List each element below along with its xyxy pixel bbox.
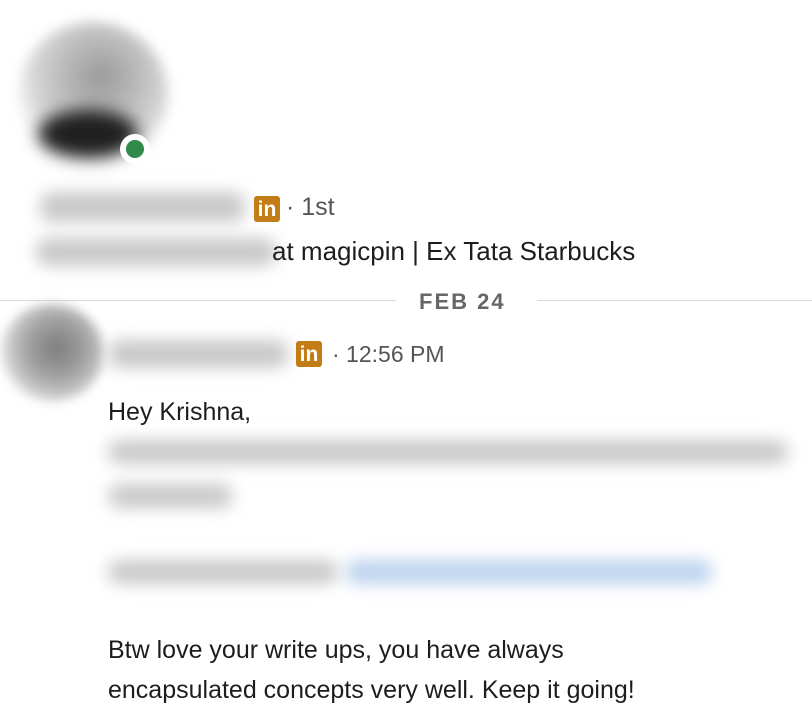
message-body-redacted-line1 bbox=[108, 440, 788, 464]
sender-avatar[interactable] bbox=[0, 304, 104, 402]
profile-headline: at magicpin | Ex Tata Starbucks bbox=[272, 236, 636, 266]
message-closing-line2: encapsulated concepts very well. Keep it… bbox=[108, 676, 635, 704]
linkedin-premium-icon: in bbox=[296, 341, 322, 367]
online-presence-icon bbox=[120, 134, 150, 164]
message-body-redacted-line3 bbox=[108, 560, 338, 584]
message-body-redacted-line2 bbox=[108, 484, 233, 508]
profile-name-redacted[interactable] bbox=[40, 192, 245, 222]
profile-headline-redacted bbox=[36, 238, 276, 266]
date-divider-left bbox=[0, 300, 396, 301]
sender-name-redacted[interactable] bbox=[108, 340, 288, 368]
message-timestamp: · 12:56 PM bbox=[332, 341, 445, 367]
linkedin-premium-icon: in bbox=[254, 196, 280, 222]
message-closing-line1: Btw love your write ups, you have always bbox=[108, 636, 564, 664]
message-greeting: Hey Krishna, bbox=[108, 398, 252, 426]
date-divider-right bbox=[537, 300, 812, 301]
date-divider-label: FEB 24 bbox=[419, 289, 506, 314]
message-link-redacted[interactable] bbox=[346, 560, 712, 584]
connection-degree: · 1st bbox=[286, 193, 335, 221]
